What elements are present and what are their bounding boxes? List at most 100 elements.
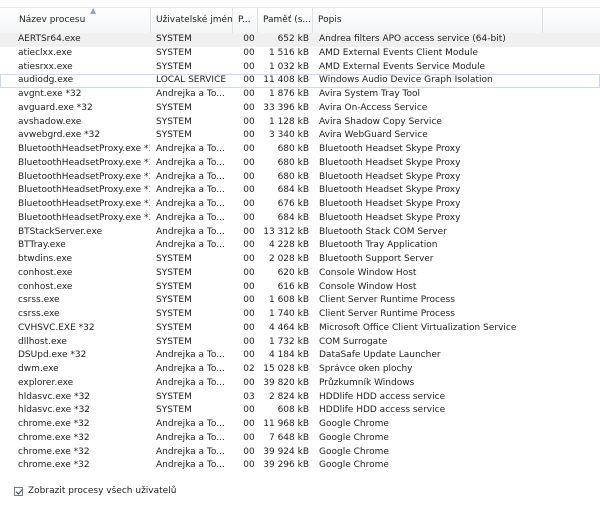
table-row[interactable]: hldasvc.exe *32 SYSTEM 03 2 824 kB HDDlife H… (0, 391, 600, 405)
process-memory: 39 820 kB (263, 377, 309, 388)
process-user: Andrejka a To... (156, 364, 225, 374)
table-row[interactable]: avgnt.exe *32 Andrejka a To... 00 1 876 kB A… (0, 88, 600, 102)
process-name: atieclxx.exe (18, 47, 73, 58)
table-row[interactable]: audiodg.exe LOCAL SERVICE 00 11 408 kB Windo… (0, 74, 600, 88)
table-row[interactable]: BluetoothHeadsetProxy.exe *32 Andrejka a … (0, 198, 600, 212)
table-row[interactable]: CVHSVC.EXE *32 SYSTEM 00 4 464 kB Microsoft … (0, 322, 600, 336)
table-row[interactable]: BluetoothHeadsetProxy.exe *32 Andrejka a … (0, 212, 600, 226)
process-priority: 00 (243, 61, 255, 72)
table-row[interactable]: BluetoothHeadsetProxy.exe *32 Andrejka a … (0, 157, 600, 171)
process-priority: 00 (243, 309, 255, 319)
table-row[interactable]: conhost.exe SYSTEM 00 616 kB Console Window … (0, 281, 600, 295)
process-memory: 2 824 kB (268, 391, 309, 402)
process-priority: 00 (243, 432, 255, 443)
process-user: SYSTEM (156, 254, 192, 264)
process-memory: 620 kB (277, 267, 309, 278)
table-row[interactable]: conhost.exe SYSTEM 00 620 kB Console Window … (0, 267, 600, 281)
process-memory: 39 924 kB (263, 446, 309, 457)
table-row[interactable]: BTStackServer.exe Andrejka a To... 00 13 31… (0, 226, 600, 240)
column-header-memory[interactable]: Paměť (s... (258, 8, 313, 33)
process-memory: 676 kB (277, 199, 309, 209)
table-row[interactable]: DSUpd.exe *32 Andrejka a To... 00 4 184 kB D… (0, 349, 600, 363)
process-priority: 00 (243, 281, 255, 292)
process-name: dwm.exe (18, 364, 59, 374)
process-user: SYSTEM (156, 116, 192, 127)
table-row[interactable]: chrome.exe *32 Andrejka a To... 00 39 296 k… (0, 459, 600, 473)
table-row[interactable]: chrome.exe *32 Andrejka a To... 00 7 648 kB… (0, 432, 600, 446)
process-description: Console Window Host (319, 281, 417, 292)
process-user: SYSTEM (156, 281, 192, 292)
process-name: BluetoothHeadsetProxy.exe *32 (18, 144, 150, 154)
table-row[interactable]: btwdins.exe SYSTEM 00 2 028 kB Bluetooth Sup… (0, 253, 600, 267)
process-description: Avira System Tray Tool (319, 89, 421, 99)
process-priority: 00 (243, 240, 255, 251)
checkbox-checked-icon[interactable] (14, 486, 23, 496)
table-row[interactable]: dwm.exe Andrejka a To... 02 15 028 kB Správc… (0, 363, 600, 377)
table-row[interactable]: csrss.exe SYSTEM 00 1 608 kB Client Server R… (0, 294, 600, 308)
table-row[interactable]: avguard.exe *32 SYSTEM 00 33 396 kB Avira On… (0, 102, 600, 116)
process-priority: 02 (243, 364, 255, 374)
table-row[interactable]: dllhost.exe SYSTEM 00 1 732 kB COM Surrogate (0, 336, 600, 350)
process-user: SYSTEM (156, 322, 192, 333)
table-row[interactable]: avshadow.exe SYSTEM 00 1 128 kB Avira Shadow… (0, 116, 600, 130)
process-name: BTTray.exe (18, 240, 66, 251)
process-user: SYSTEM (156, 130, 192, 141)
process-memory: 7 648 kB (268, 432, 309, 443)
process-description: Google Chrome (319, 432, 389, 443)
process-name: chrome.exe *32 (18, 419, 90, 429)
process-priority: 00 (243, 460, 255, 471)
process-description: DataSafe Update Launcher (319, 350, 441, 361)
process-user: SYSTEM (156, 47, 192, 58)
process-description: HDDlife HDD access service (319, 405, 446, 416)
process-name: AERTSr64.exe (18, 34, 81, 44)
process-user: SYSTEM (156, 391, 192, 402)
table-row[interactable]: hldasvc.exe *32 SYSTEM 00 608 kB HDDlife HDD… (0, 404, 600, 418)
show-all-processes-checkbox[interactable]: Zobrazit procesy všech uživatelů (14, 484, 176, 498)
table-row[interactable]: csrss.exe SYSTEM 00 1 740 kB Client Server R… (0, 308, 600, 322)
process-name: BTStackServer.exe (18, 226, 103, 237)
process-memory: 11 408 kB (263, 75, 309, 86)
table-row[interactable]: BluetoothHeadsetProxy.exe *32 Andrejka a … (0, 143, 600, 157)
table-row[interactable]: chrome.exe *32 Andrejka a To... 00 11 968 k… (0, 418, 600, 432)
process-name: avwebgrd.exe *32 (18, 130, 101, 141)
column-header-description[interactable]: Popis (313, 8, 543, 33)
column-header-user[interactable]: Uživatelské jméno (151, 8, 233, 33)
process-priority: 00 (243, 75, 255, 86)
table-row[interactable]: BluetoothHeadsetProxy.exe *32 Andrejka a … (0, 184, 600, 198)
process-priority: 00 (243, 295, 255, 306)
process-memory: 39 296 kB (263, 460, 309, 471)
process-user: Andrejka a To... (156, 157, 225, 168)
table-row[interactable]: explorer.exe Andrejka a To... 00 39 820 kB P… (0, 377, 600, 391)
process-memory: 1 516 kB (268, 47, 309, 58)
process-user: Andrejka a To... (156, 460, 225, 471)
table-row[interactable]: BluetoothHeadsetProxy.exe *32 Andrejka a … (0, 171, 600, 185)
process-user: Andrejka a To... (156, 432, 225, 443)
column-header-filler (543, 8, 600, 33)
process-user: Andrejka a To... (156, 212, 225, 223)
process-user: SYSTEM (156, 267, 192, 278)
process-priority: 00 (243, 47, 255, 58)
process-memory: 680 kB (277, 144, 309, 154)
process-priority: 00 (243, 199, 255, 209)
column-header-name[interactable]: ▲ Název procesu (14, 8, 151, 33)
process-description: Avira Shadow Copy Service (319, 116, 442, 127)
table-row[interactable]: atiesrxx.exe SYSTEM 00 1 032 kB AMD External… (0, 61, 600, 75)
process-memory: 680 kB (277, 157, 309, 168)
process-priority: 00 (243, 322, 255, 333)
process-list: ▲ Název procesu Uživatelské jméno P... P… (0, 0, 600, 478)
process-name: dllhost.exe (18, 336, 67, 347)
table-row[interactable]: chrome.exe *32 Andrejka a To... 00 39 924 k… (0, 446, 600, 460)
process-priority: 00 (243, 34, 255, 44)
process-priority: 00 (243, 336, 255, 347)
column-header-priority[interactable]: P... (233, 8, 258, 33)
table-row[interactable]: BTTray.exe Andrejka a To... 00 4 228 kB Blue… (0, 239, 600, 253)
table-row[interactable]: avwebgrd.exe *32 SYSTEM 00 3 340 kB Avira We… (0, 129, 600, 143)
process-description: Průzkumník Windows (319, 377, 415, 388)
table-row[interactable]: AERTSr64.exe SYSTEM 00 652 kB Andrea filters… (0, 33, 600, 47)
table-row[interactable]: atieclxx.exe SYSTEM 00 1 516 kB AMD External… (0, 47, 600, 61)
process-priority: 00 (243, 377, 255, 388)
column-header-memory-label: Paměť (s... (263, 15, 312, 25)
process-user: SYSTEM (156, 336, 192, 347)
process-description: AMD External Events Service Module (319, 61, 486, 72)
process-memory: 680 kB (277, 171, 309, 182)
